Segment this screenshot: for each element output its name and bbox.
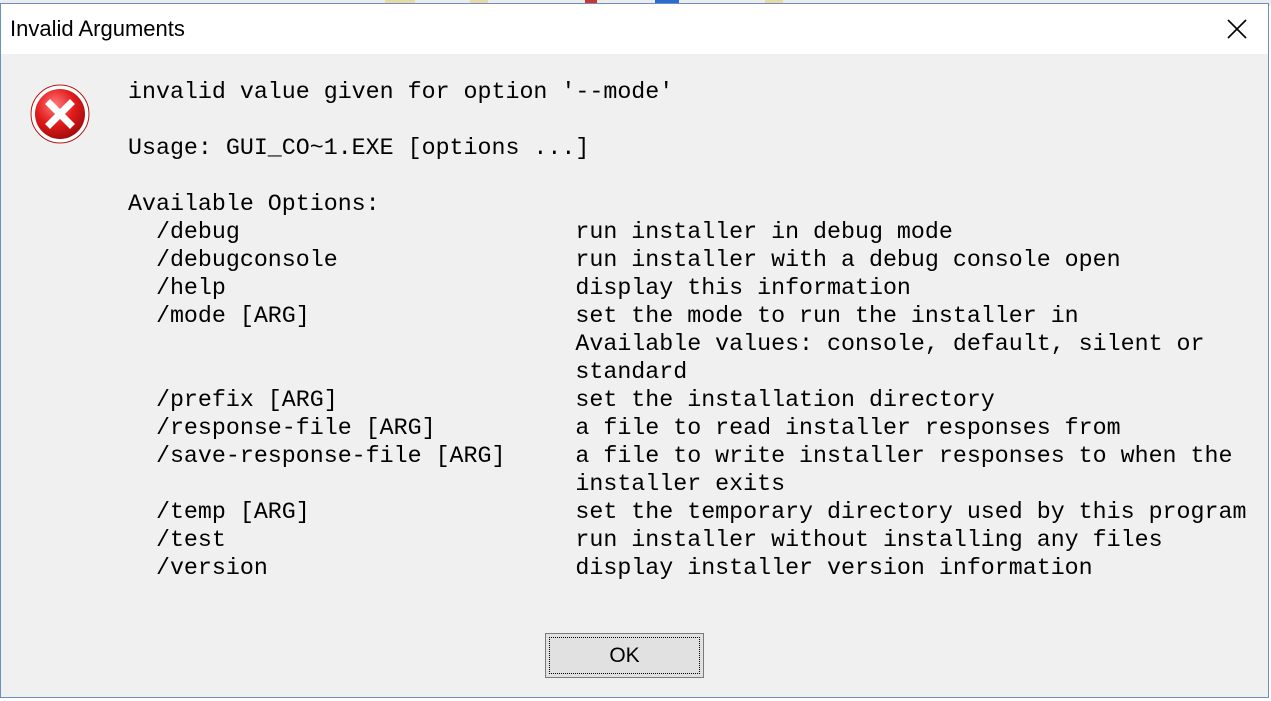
invalid-arguments-dialog: Invalid Arguments invalid value given fo… <box>0 3 1269 698</box>
message-line: /debug run installer in debug mode <box>128 219 953 245</box>
message-line: /temp [ARG] set the temporary directory … <box>128 499 1247 525</box>
message-line: /save-response-file [ARG] a file to writ… <box>128 443 1233 469</box>
error-message: invalid value given for option '--mode' … <box>128 78 1246 582</box>
dialog-title: Invalid Arguments <box>10 16 185 41</box>
message-line: standard <box>128 359 688 385</box>
close-icon <box>1227 19 1247 39</box>
ok-button[interactable]: OK <box>545 633 704 678</box>
message-line: Available Options: <box>128 191 380 217</box>
message-line: Available values: console, default, sile… <box>128 331 1205 357</box>
message-line: Usage: GUI_CO~1.EXE [options ...] <box>128 135 590 161</box>
message-line: installer exits <box>128 471 786 497</box>
message-line: invalid value given for option '--mode' <box>128 79 674 105</box>
error-icon <box>28 82 92 146</box>
message-line: /debugconsole run installer with a debug… <box>128 247 1121 273</box>
close-button[interactable] <box>1206 4 1268 54</box>
message-line: /response-file [ARG] a file to read inst… <box>128 415 1121 441</box>
title-bar: Invalid Arguments <box>1 4 1268 54</box>
message-line: /help display this information <box>128 275 911 301</box>
message-line: /test run installer without installing a… <box>128 527 1163 553</box>
message-line: /version display installer version infor… <box>128 555 1093 581</box>
message-line: /mode [ARG] set the mode to run the inst… <box>128 303 1079 329</box>
message-line: /prefix [ARG] set the installation direc… <box>128 387 995 413</box>
